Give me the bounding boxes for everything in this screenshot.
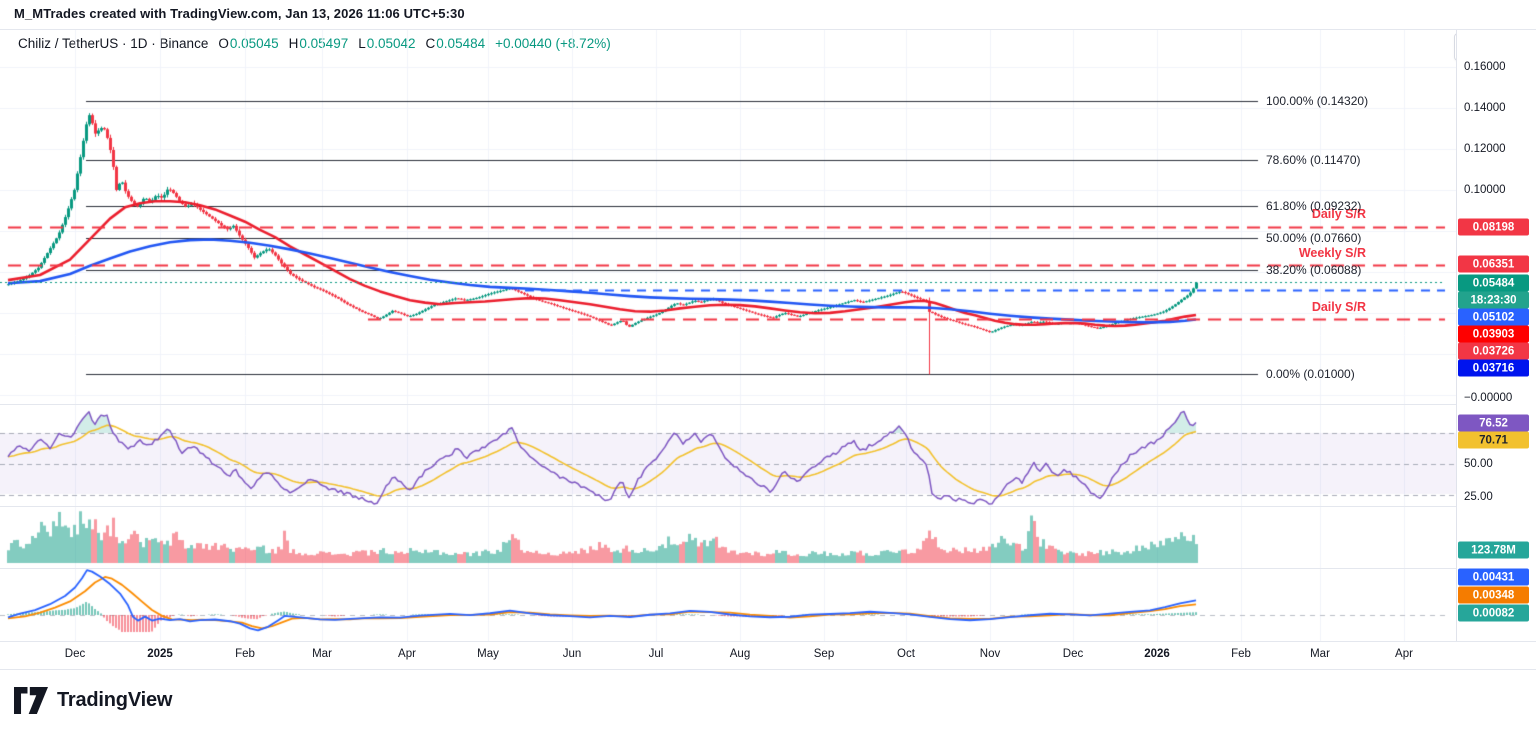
price-label-003903: 0.03903 [1458,326,1529,343]
time-axis-label: 2026 [1144,648,1170,660]
time-axis-label: Mar [312,648,332,660]
time-axis-label: Dec [65,648,85,660]
axis-tick-label: 50.00 [1464,458,1493,470]
axis-tick-label: 0.12000 [1464,143,1506,155]
price-label-005102: 0.05102 [1458,309,1529,326]
tradingview-logo-text: TradingView [57,689,172,712]
time-axis-label: Aug [730,648,750,660]
tradingview-logo: TradingView [14,687,172,714]
pane-divider[interactable] [0,404,1536,405]
time-axis-label: Mar [1310,648,1330,660]
time-axis-label: Oct [897,648,915,660]
time-axis-label: May [477,648,499,660]
axis-tick-label: 0.14000 [1464,102,1506,114]
price-label-006351: 0.06351 [1458,256,1529,273]
axis-tick-label: 25.00 [1464,491,1493,503]
time-axis-label: Feb [235,648,255,660]
attribution-text: M_MTrades created with TradingView.com, … [14,6,465,21]
price-axis[interactable]: 0.16000 0.14000 0.12000 0.10000 −0.00000 50.0… [1456,30,1536,668]
time-axis-label: Apr [1395,648,1413,660]
price-label-182330: 18:23:30 [1458,292,1529,309]
price-label-7071: 70.71 [1458,432,1529,449]
price-label-000431: 0.00431 [1458,569,1529,586]
time-axis-label: Feb [1231,648,1251,660]
price-label-003716: 0.03716 [1458,360,1529,377]
chart-canvas[interactable] [0,30,1456,641]
pane-divider[interactable] [0,506,1536,507]
price-label-000082: 0.00082 [1458,605,1529,622]
time-axis-label: Apr [398,648,416,660]
price-label-000348: 0.00348 [1458,587,1529,604]
time-axis-label: Sep [814,648,834,660]
time-axis-label: 2025 [147,648,173,660]
axis-tick-label: 0.16000 [1464,61,1506,73]
time-axis-label: Jul [649,648,664,660]
axis-tick-label: −0.00000 [1464,392,1512,404]
axis-tick-label: 0.10000 [1464,184,1506,196]
price-label-008198: 0.08198 [1458,219,1529,236]
price-label-003726: 0.03726 [1458,343,1529,360]
time-axis-label: Jun [563,648,582,660]
time-axis-label: Nov [980,648,1000,660]
price-label-12378M: 123.78M [1458,542,1529,559]
time-axis-label: Dec [1063,648,1083,660]
tradingview-logo-icon [14,687,48,714]
price-label-7652: 76.52 [1458,415,1529,432]
pane-divider[interactable] [0,568,1536,569]
time-axis[interactable]: Dec 2025 Feb Mar Apr May Jun Jul Aug Sep Oct Nov Dec… [0,641,1536,670]
price-label-005484: 0.05484 [1458,275,1529,292]
